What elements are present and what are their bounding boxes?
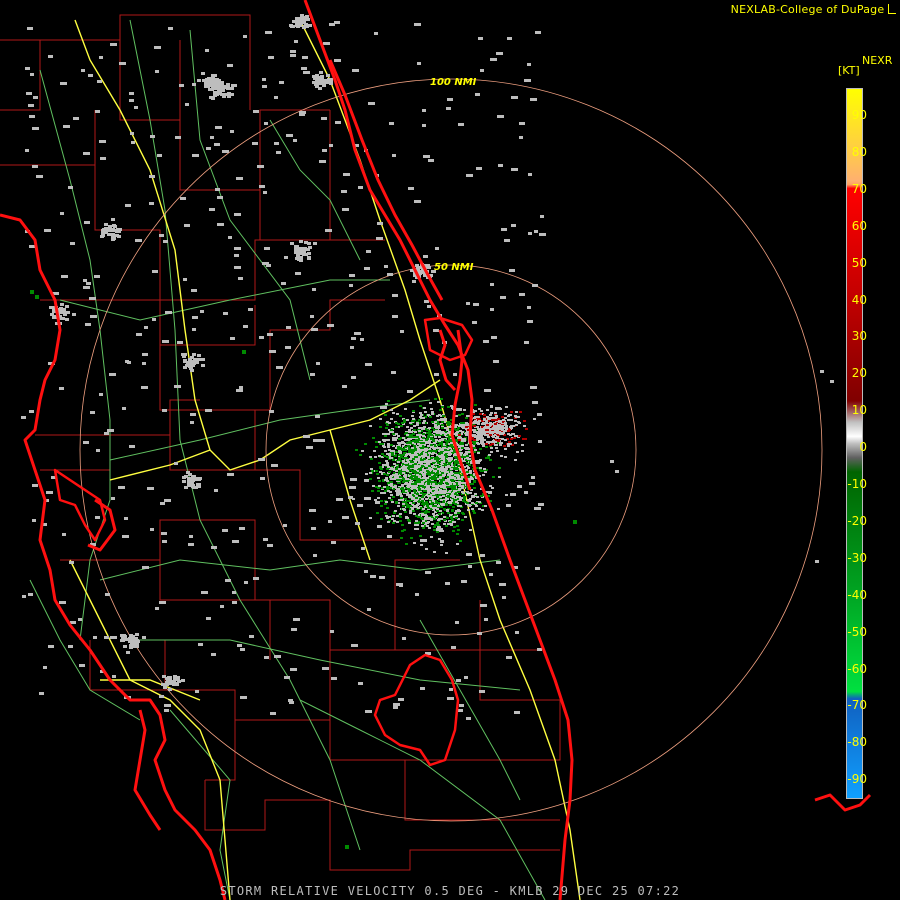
- color-bar-tick: -90: [847, 772, 867, 787]
- color-bar-tick: -20: [847, 513, 867, 528]
- color-bar-tick: 80: [851, 144, 867, 159]
- legend-product: NEXR: [862, 54, 893, 67]
- range-ring-50-label: 50 NMI: [434, 262, 474, 273]
- footer-caption: STORM RELATIVE VELOCITY 0.5 DEG - KMLB 2…: [219, 884, 681, 898]
- credit-text: NEXLAB-College of DuPage: [731, 3, 896, 16]
- color-bar-tick: 70: [851, 181, 867, 196]
- color-bar-tick: 40: [851, 292, 867, 307]
- radar-map: 100 NMI 50 NMI: [0, 0, 872, 900]
- color-bar-tick: -30: [847, 550, 867, 565]
- color-bar-tick: -60: [847, 661, 867, 676]
- color-bar-tick: 30: [851, 329, 867, 344]
- color-bar-tick: -80: [847, 735, 867, 750]
- credit-label: NEXLAB-College of DuPage: [730, 3, 885, 16]
- color-bar-tick: 20: [851, 366, 867, 381]
- color-bar-tick: 90: [851, 108, 867, 122]
- color-bar-tick: 10: [851, 403, 867, 418]
- range-ring-100-label: 100 NMI: [430, 77, 477, 88]
- chart-icon: [888, 4, 896, 14]
- color-bar-tick: -10: [847, 477, 867, 491]
- color-bar-tick: 50: [851, 255, 867, 270]
- color-bar-tick: 60: [851, 218, 867, 233]
- legend-unit: [KT]: [838, 64, 860, 77]
- color-bar-tick: 0: [859, 440, 867, 455]
- color-bar-tick: -50: [847, 624, 867, 639]
- color-bar-tick: -70: [847, 698, 867, 713]
- color-bar-tick: -40: [847, 587, 867, 602]
